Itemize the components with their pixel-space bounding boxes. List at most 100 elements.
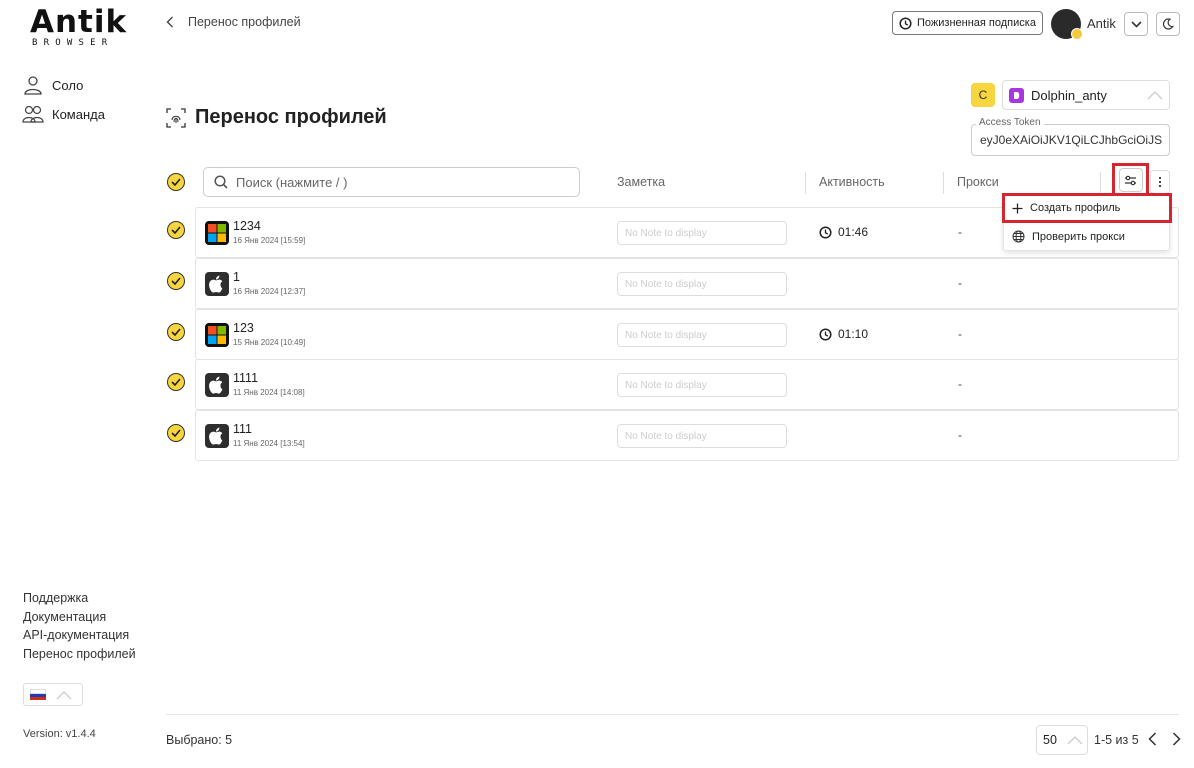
- check-icon: [167, 173, 185, 191]
- activity-value: 01:10: [838, 327, 869, 341]
- select-all-checkbox[interactable]: [167, 167, 185, 197]
- per-page-select[interactable]: 50: [1036, 725, 1088, 755]
- chevron-up-icon: [1067, 736, 1083, 745]
- per-page-value: 50: [1043, 733, 1057, 747]
- column-proxy[interactable]: Прокси: [957, 175, 999, 189]
- note-input[interactable]: No Note to display: [617, 272, 787, 296]
- next-page-button[interactable]: [1168, 730, 1184, 748]
- check-icon: [171, 226, 181, 234]
- link-api-docs[interactable]: API-документация: [23, 626, 136, 645]
- check-icon: [171, 429, 181, 437]
- create-profile-menu-item[interactable]: Создать профиль: [1002, 193, 1172, 223]
- menu-item-label: Проверить прокси: [1032, 230, 1125, 243]
- logo-main-text: Antik: [30, 4, 128, 40]
- sidebar-item-team[interactable]: Команда: [22, 104, 105, 124]
- russia-flag-icon: [30, 689, 46, 700]
- column-settings-button[interactable]: [1112, 163, 1149, 197]
- footer-divider: [166, 714, 1179, 715]
- apple-icon: [205, 373, 229, 397]
- check-icon: [171, 277, 181, 285]
- antik-logo[interactable]: Antik BROWSER: [30, 6, 130, 48]
- breadcrumb[interactable]: Перенос профилей: [166, 15, 301, 29]
- subscription-button[interactable]: Пожизненная подписка: [892, 11, 1043, 35]
- selected-count: Выбрано: 5: [166, 733, 233, 747]
- note-input[interactable]: No Note to display: [617, 221, 787, 245]
- page-title-text: Перенос профилей: [195, 106, 387, 128]
- profile-name[interactable]: 1234: [233, 219, 261, 233]
- note-placeholder: No Note to display: [625, 379, 707, 391]
- column-divider[interactable]: [943, 172, 944, 194]
- page-title: Перенос профилей: [165, 106, 387, 129]
- column-note[interactable]: Заметка: [617, 175, 665, 189]
- link-support[interactable]: Поддержка: [23, 589, 136, 608]
- menu-item-label: Создать профиль: [1030, 202, 1121, 214]
- note-input[interactable]: No Note to display: [617, 424, 787, 448]
- profile-name[interactable]: 123: [233, 321, 254, 335]
- clock-icon: [899, 16, 912, 30]
- search-icon: [214, 175, 228, 189]
- link-profile-transfer[interactable]: Перенос профилей: [23, 645, 136, 664]
- row-checkbox[interactable]: [167, 221, 185, 239]
- column-activity[interactable]: Активность: [819, 175, 885, 189]
- dolphin-anty-icon: [1009, 87, 1024, 103]
- row-checkbox[interactable]: [167, 323, 185, 341]
- actions-dropdown-menu: Создать профиль Проверить прокси: [1002, 193, 1172, 251]
- profile-date: 11 Янв 2024 [13:54]: [233, 439, 305, 448]
- globe-icon: [1012, 230, 1025, 243]
- table-row[interactable]: 123 15 Янв 2024 [10:49] No Note to display…: [195, 309, 1179, 360]
- source-select[interactable]: Dolphin_anty: [1002, 80, 1170, 110]
- table-row[interactable]: 1111 11 Янв 2024 [14:08] No Note to displa…: [195, 359, 1179, 410]
- profile-name[interactable]: 111: [233, 422, 252, 436]
- subscription-label: Пожизненная подписка: [917, 17, 1036, 29]
- source-type-badge: C: [971, 83, 995, 107]
- note-input[interactable]: No Note to display: [617, 323, 787, 347]
- search-input[interactable]: Поиск (нажмите / ): [203, 167, 580, 197]
- clock-icon: [819, 225, 832, 239]
- apple-icon: [205, 272, 229, 296]
- windows-icon: [205, 323, 229, 347]
- note-input[interactable]: No Note to display: [617, 373, 787, 397]
- profile-date: 15 Янв 2024 [10:49]: [233, 338, 306, 347]
- activity-timer: 01:10: [819, 327, 868, 341]
- profile-date: 16 Янв 2024 [12:37]: [233, 287, 306, 296]
- chevron-right-icon: [1172, 732, 1181, 746]
- table-row[interactable]: 111 11 Янв 2024 [13:54] No Note to display…: [195, 410, 1179, 461]
- access-token-input[interactable]: eyJ0eXAiOiJKV1QiLCJhbGciOiJS: [971, 124, 1170, 156]
- user-name[interactable]: Antik: [1087, 16, 1116, 31]
- prev-page-button[interactable]: [1144, 730, 1160, 748]
- column-divider[interactable]: [805, 172, 806, 194]
- chevron-up-icon: [1147, 91, 1163, 100]
- sidebar-links: Поддержка Документация API-документация …: [23, 589, 136, 663]
- search-placeholder: Поиск (нажмите / ): [236, 174, 348, 190]
- column-divider[interactable]: [1100, 172, 1101, 194]
- source-select-value: Dolphin_anty: [1031, 87, 1107, 103]
- check-icon: [171, 378, 181, 386]
- profile-name[interactable]: 1: [233, 270, 240, 284]
- profile-name[interactable]: 1111: [233, 371, 258, 385]
- row-checkbox[interactable]: [167, 272, 185, 290]
- proxy-value: -: [958, 428, 962, 442]
- row-checkbox[interactable]: [167, 373, 185, 391]
- check-proxy-menu-item[interactable]: Проверить прокси: [1004, 223, 1171, 250]
- sliders-icon: [1125, 175, 1136, 185]
- user-icon: [24, 76, 42, 95]
- avatar[interactable]: [1051, 9, 1083, 40]
- proxy-value: -: [958, 225, 962, 239]
- sidebar-item-solo[interactable]: Соло: [22, 75, 83, 95]
- access-token-value: eyJ0eXAiOiJKV1QiLCJhbGciOiJS: [980, 133, 1163, 147]
- clock-icon: [819, 327, 832, 341]
- back-arrow-icon[interactable]: [166, 16, 174, 28]
- proxy-value: -: [958, 327, 962, 341]
- breadcrumb-label: Перенос профилей: [188, 15, 301, 29]
- proxy-value: -: [958, 377, 962, 391]
- moon-icon: [1162, 18, 1174, 30]
- row-checkbox[interactable]: [167, 424, 185, 442]
- more-options-button[interactable]: [1150, 170, 1170, 194]
- user-menu-button[interactable]: [1124, 12, 1148, 36]
- language-select[interactable]: [23, 683, 83, 706]
- table-row[interactable]: 1 16 Янв 2024 [12:37] No Note to display -: [195, 258, 1179, 309]
- team-icon: [22, 105, 44, 123]
- more-vertical-icon: [1158, 176, 1162, 188]
- link-docs[interactable]: Документация: [23, 608, 136, 627]
- theme-toggle-button[interactable]: [1156, 12, 1180, 36]
